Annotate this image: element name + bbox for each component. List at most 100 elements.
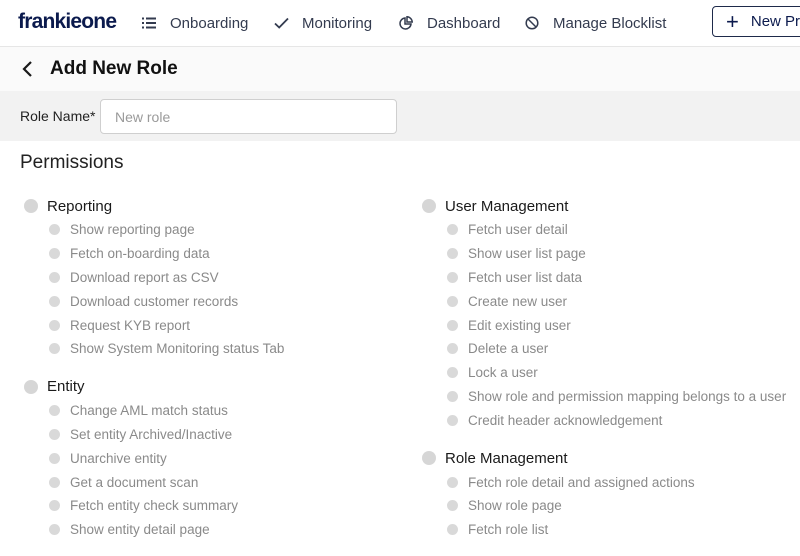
check-icon bbox=[273, 15, 289, 31]
permission-label: Change AML match status bbox=[70, 403, 228, 419]
permission-label: Show entity detail page bbox=[70, 522, 210, 538]
permission-item[interactable]: Show user list page bbox=[447, 242, 786, 266]
permission-checkbox[interactable] bbox=[447, 248, 458, 260]
permission-group-entity: Entity Change AML match status Set entit… bbox=[24, 375, 284, 542]
permission-checkbox[interactable] bbox=[49, 428, 60, 440]
permission-checkbox[interactable] bbox=[49, 343, 60, 355]
permission-label: Credit header acknowledgement bbox=[468, 412, 663, 428]
permission-checkbox[interactable] bbox=[447, 367, 458, 379]
permission-label: Show reporting page bbox=[70, 222, 195, 238]
permission-label: Set entity Archived/Inactive bbox=[70, 426, 233, 442]
permission-label: Show user list page bbox=[468, 246, 586, 262]
group-label: User Management bbox=[445, 197, 569, 215]
new-profile-button[interactable]: + New Profile bbox=[712, 6, 800, 37]
permission-label: Request KYB report bbox=[70, 317, 191, 333]
permission-item[interactable]: Get a document scan bbox=[49, 470, 284, 494]
permission-item[interactable]: Create new user bbox=[447, 289, 786, 313]
permission-item[interactable]: Change AML match status bbox=[49, 399, 284, 423]
permission-label: Fetch role detail and assigned actions bbox=[468, 474, 695, 490]
permission-label: Create new user bbox=[468, 293, 568, 309]
permission-group-toggle[interactable]: Role Management bbox=[422, 446, 786, 470]
permission-checkbox[interactable] bbox=[447, 390, 458, 402]
permission-list: Fetch role detail and assigned actions S… bbox=[422, 470, 786, 541]
chevron-left-icon bbox=[22, 61, 32, 77]
permission-checkbox[interactable] bbox=[49, 295, 60, 307]
page-title: Add New Role bbox=[50, 58, 178, 79]
permission-checkbox[interactable] bbox=[447, 476, 458, 488]
permission-item[interactable]: Unarchive entity bbox=[49, 446, 284, 470]
permission-item[interactable]: Fetch entity check summary bbox=[49, 494, 284, 518]
permission-checkbox[interactable] bbox=[49, 524, 60, 536]
permission-label: Fetch user list data bbox=[468, 269, 583, 285]
permission-item[interactable]: Credit header acknowledgement bbox=[447, 408, 786, 432]
permission-item[interactable]: Fetch on-boarding data bbox=[49, 242, 284, 266]
permission-label: Lock a user bbox=[468, 365, 538, 381]
permission-label: Fetch user detail bbox=[468, 222, 568, 238]
permission-label: Delete a user bbox=[468, 341, 549, 357]
permission-checkbox[interactable] bbox=[49, 452, 60, 464]
nav-item-label: Onboarding bbox=[170, 14, 249, 32]
role-name-input[interactable] bbox=[100, 99, 397, 134]
permission-item[interactable]: Edit existing user bbox=[447, 313, 786, 337]
frankieone-logo[interactable]: frankieone bbox=[18, 10, 117, 34]
permission-item[interactable]: Lock a user bbox=[447, 361, 786, 385]
permission-group-reporting: Reporting Show reporting page Fetch on-b… bbox=[24, 194, 284, 361]
permission-checkbox[interactable] bbox=[447, 271, 458, 283]
permission-checkbox[interactable] bbox=[49, 405, 60, 417]
permission-label: Fetch on-boarding data bbox=[70, 246, 210, 262]
permission-group-toggle[interactable]: Entity bbox=[24, 375, 284, 399]
permission-group-user-management: User Management Fetch user detail Show u… bbox=[422, 194, 786, 432]
group-checkbox[interactable] bbox=[24, 199, 38, 213]
group-checkbox[interactable] bbox=[422, 199, 436, 213]
permission-item[interactable]: Show role page bbox=[447, 494, 786, 518]
permission-item[interactable]: Fetch role detail and assigned actions bbox=[447, 470, 786, 494]
permission-item[interactable]: Show entity detail page bbox=[49, 518, 284, 542]
permission-checkbox[interactable] bbox=[447, 414, 458, 426]
permission-item[interactable]: Download report as CSV bbox=[49, 266, 284, 290]
permission-item[interactable]: Download customer records bbox=[49, 289, 284, 313]
permission-item[interactable]: Fetch role list bbox=[447, 518, 786, 542]
permission-checkbox[interactable] bbox=[49, 476, 60, 488]
permission-label: Show role page bbox=[468, 498, 562, 514]
nav-item-label: Monitoring bbox=[302, 14, 373, 32]
permission-item[interactable]: Set entity Archived/Inactive bbox=[49, 423, 284, 447]
permission-checkbox[interactable] bbox=[447, 343, 458, 355]
plus-icon: + bbox=[726, 8, 739, 34]
nav-item-label: Manage Blocklist bbox=[553, 14, 667, 32]
permission-item[interactable]: Show reporting page bbox=[49, 218, 284, 242]
permission-checkbox[interactable] bbox=[447, 295, 458, 307]
permission-item[interactable]: Show System Monitoring status Tab bbox=[49, 337, 284, 361]
nav-item-monitoring[interactable]: Monitoring bbox=[273, 11, 372, 35]
permission-checkbox[interactable] bbox=[49, 500, 60, 512]
permission-label: Show role and permission mapping belongs… bbox=[468, 388, 787, 404]
permission-checkbox[interactable] bbox=[49, 248, 60, 260]
permission-checkbox[interactable] bbox=[447, 524, 458, 536]
permission-label: Edit existing user bbox=[468, 317, 571, 333]
nav-item-manage-blocklist[interactable]: Manage Blocklist bbox=[524, 11, 666, 35]
permission-list: Change AML match status Set entity Archi… bbox=[24, 399, 284, 542]
nav-item-dashboard[interactable]: Dashboard bbox=[398, 11, 500, 35]
permission-group-toggle[interactable]: User Management bbox=[422, 194, 786, 218]
group-checkbox[interactable] bbox=[422, 451, 436, 466]
nav-item-onboarding[interactable]: Onboarding bbox=[141, 11, 248, 35]
permission-checkbox[interactable] bbox=[49, 271, 60, 283]
permission-item[interactable]: Fetch user list data bbox=[447, 266, 786, 290]
permission-label: Show System Monitoring status Tab bbox=[70, 341, 285, 357]
permission-checkbox[interactable] bbox=[49, 319, 60, 331]
back-button[interactable] bbox=[18, 59, 38, 79]
permission-item[interactable]: Request KYB report bbox=[49, 313, 284, 337]
permission-checkbox[interactable] bbox=[447, 319, 458, 331]
permission-item[interactable]: Delete a user bbox=[447, 337, 786, 361]
permission-item[interactable]: Show role and permission mapping belongs… bbox=[447, 385, 786, 409]
permission-item[interactable]: Fetch user detail bbox=[447, 218, 786, 242]
permission-checkbox[interactable] bbox=[447, 224, 458, 236]
permission-label: Fetch entity check summary bbox=[70, 498, 239, 514]
permission-group-toggle[interactable]: Reporting bbox=[24, 194, 284, 218]
group-label: Entity bbox=[47, 378, 85, 396]
role-name-section: Role Name* bbox=[0, 91, 800, 141]
group-checkbox[interactable] bbox=[24, 379, 38, 394]
permission-checkbox[interactable] bbox=[49, 224, 60, 236]
permissions-heading: Permissions bbox=[20, 152, 124, 173]
permissions-column-right: User Management Fetch user detail Show u… bbox=[422, 194, 786, 556]
permission-checkbox[interactable] bbox=[447, 500, 458, 512]
